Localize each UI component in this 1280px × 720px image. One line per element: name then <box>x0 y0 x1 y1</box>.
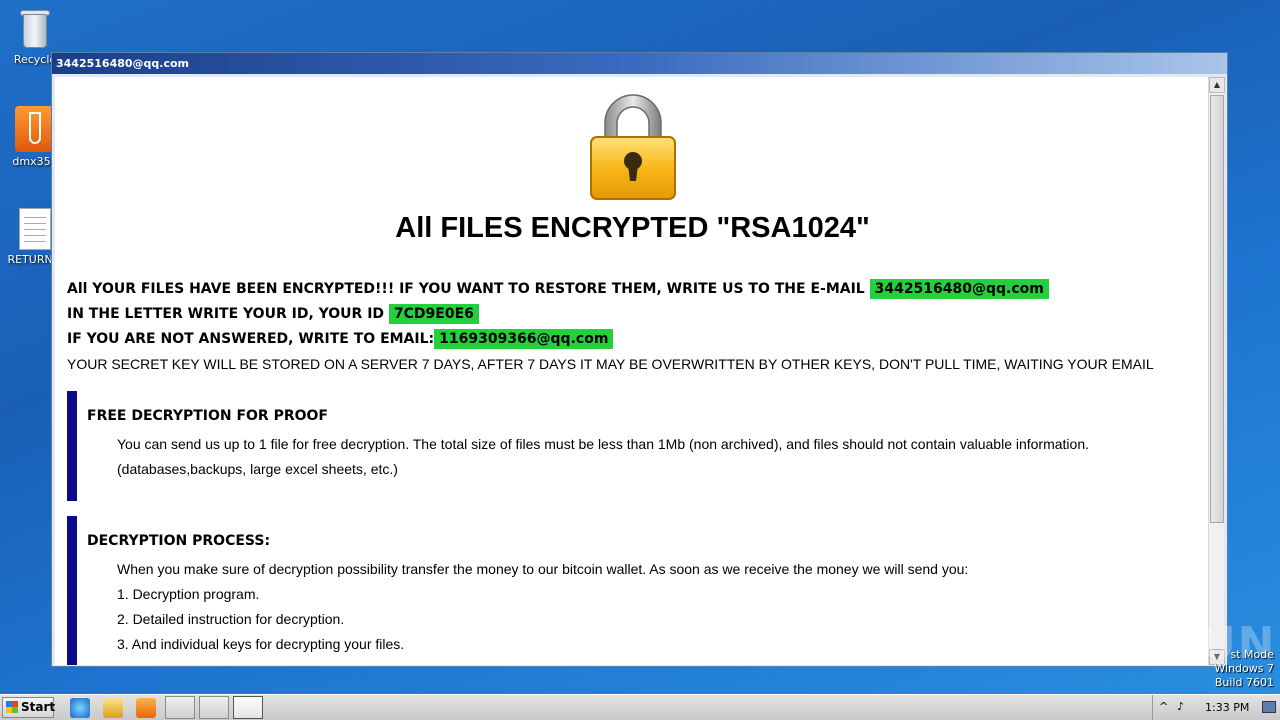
backup-email-highlight: 1169309366@qq.com <box>434 329 614 349</box>
window-title[interactable]: 3442516480@qq.com <box>52 53 1227 74</box>
document-icon <box>19 208 51 250</box>
start-label: Start <box>21 700 56 714</box>
free-decryption-text: (databases,backups, large excel sheets, … <box>117 461 398 477</box>
test-mode-notice: st Mode Windows 7 Build 7601 <box>1214 648 1274 690</box>
chevron-up-icon[interactable]: ^ <box>1159 700 1168 713</box>
recycle-bin-icon <box>18 6 52 50</box>
scroll-thumb[interactable] <box>1210 95 1224 523</box>
headline: All FILES ENCRYPTED "RSA1024" <box>395 212 870 244</box>
ransom-note-window: 3442516480@qq.com All FILES ENCRYPTED "R… <box>51 52 1228 667</box>
clock[interactable]: 1:33 PM <box>1205 701 1249 714</box>
backup-email-text: IF YOU ARE NOT ANSWERED, WRITE TO EMAIL: <box>67 331 435 347</box>
padlock-icon <box>590 94 676 200</box>
decryption-process-bar <box>67 516 77 665</box>
note-content: All FILES ENCRYPTED "RSA1024" All YOUR F… <box>55 77 1210 665</box>
decryption-process-step: 3. And individual keys for decrypting yo… <box>117 636 405 652</box>
contact-email-highlight: 3442516480@qq.com <box>869 279 1049 299</box>
start-button[interactable]: Start <box>2 697 56 718</box>
app-icon <box>15 106 55 152</box>
vertical-scrollbar[interactable]: ▲ ▼ <box>1208 77 1225 665</box>
show-desktop-icon[interactable] <box>1262 701 1276 713</box>
id-line-text: IN THE LETTER WRITE YOUR ID, YOUR ID <box>67 306 385 322</box>
taskbar-window-button[interactable] <box>199 696 229 719</box>
media-player-icon[interactable] <box>136 698 156 718</box>
id-line: IN THE LETTER WRITE YOUR ID, YOUR ID 7CD… <box>67 304 479 324</box>
decryption-process-text: When you make sure of decryption possibi… <box>117 561 969 577</box>
build-line: Build 7601 <box>1214 676 1274 689</box>
encrypted-notice-line: All YOUR FILES HAVE BEEN ENCRYPTED!!! IF… <box>67 279 1049 299</box>
free-decryption-bar <box>67 391 77 501</box>
free-decryption-title: FREE DECRYPTION FOR PROOF <box>87 408 328 424</box>
internet-explorer-icon[interactable] <box>70 698 90 718</box>
decryption-process-step: 2. Detailed instruction for decryption. <box>117 611 345 627</box>
system-tray: ^ ♪ 1:33 PM <box>1152 695 1280 720</box>
decryption-process-title: DECRYPTION PROCESS: <box>87 533 271 549</box>
windows-logo-icon <box>6 701 18 713</box>
backup-email-line: IF YOU ARE NOT ANSWERED, WRITE TO EMAIL:… <box>67 329 614 349</box>
taskbar-window-button-active[interactable] <box>233 696 263 719</box>
taskbar-window-button[interactable] <box>165 696 195 719</box>
os-name-line: Windows 7 <box>1214 662 1274 675</box>
encrypted-notice-text: All YOUR FILES HAVE BEEN ENCRYPTED!!! IF… <box>67 281 865 297</box>
taskbar: Start ^ ♪ 1:33 PM <box>0 694 1280 720</box>
speaker-icon[interactable]: ♪ <box>1177 700 1184 713</box>
scroll-up-arrow-icon[interactable]: ▲ <box>1209 77 1225 93</box>
test-mode-line: st Mode <box>1230 648 1274 661</box>
victim-id-highlight: 7CD9E0E6 <box>388 304 479 324</box>
free-decryption-text: You can send us up to 1 file for free de… <box>117 436 1090 452</box>
decryption-process-step: 1. Decryption program. <box>117 586 260 602</box>
desktop-icon-label: Recycle <box>13 53 57 66</box>
secret-key-warning: YOUR SECRET KEY WILL BE STORED ON A SERV… <box>67 356 1154 372</box>
explorer-folder-icon[interactable] <box>103 698 123 718</box>
